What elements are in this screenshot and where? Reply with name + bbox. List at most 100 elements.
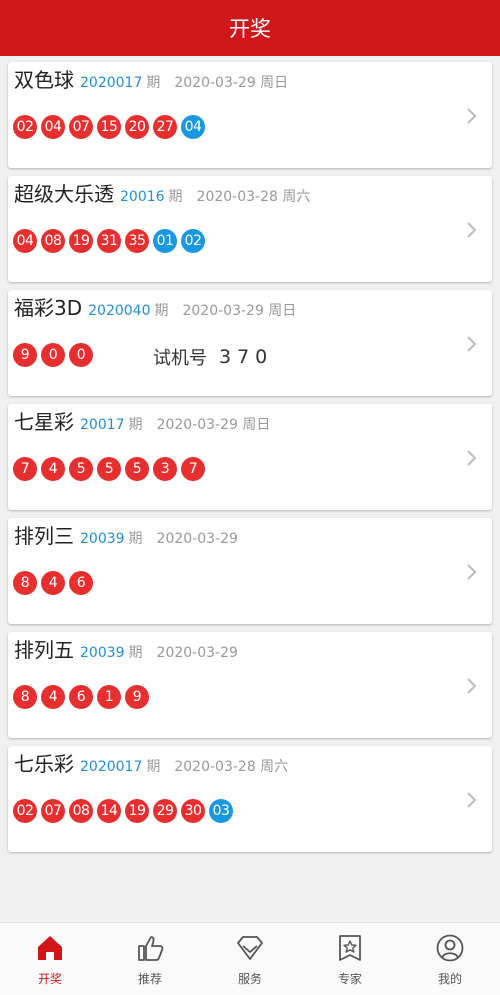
lottery-card[interactable]: 福彩3D 2020040 期 2020-03-29 周日 9 0 0 试机号 370: [8, 290, 492, 396]
issue-number: 2020017: [80, 759, 143, 775]
user-icon: [435, 933, 465, 970]
trial-label: 试机号: [153, 348, 207, 369]
red-ball: 7: [13, 457, 37, 481]
home-icon: [35, 933, 65, 970]
red-ball: 6: [69, 685, 93, 709]
red-ball: 08: [41, 229, 65, 253]
card-title-row: 超级大乐透 20016 期 2020-03-28 周六: [14, 178, 310, 208]
red-ball: 30: [181, 799, 205, 823]
issue-number: 2020017: [80, 75, 143, 91]
card-title-row: 七乐彩 2020017 期 2020-03-28 周六: [14, 748, 288, 778]
card-title-row: 双色球 2020017 期 2020-03-29 周日: [14, 64, 288, 94]
lottery-name: 福彩3D: [14, 296, 83, 320]
red-ball: 5: [97, 457, 121, 481]
draw-date: 2020-03-29 周日: [174, 75, 289, 91]
red-ball: 07: [41, 799, 65, 823]
lottery-name: 七乐彩: [14, 752, 74, 776]
lottery-card[interactable]: 超级大乐透 20016 期 2020-03-28 周六 04 08 19 31 35 01 02: [8, 176, 492, 282]
star-bookmark-icon: [335, 933, 365, 970]
tab-user[interactable]: 我的: [400, 923, 500, 995]
chevron-right-icon: [464, 334, 480, 354]
ball-row: 02 07 08 14 19 29 30 03: [13, 799, 237, 823]
red-ball: 02: [13, 115, 37, 139]
ball-row: 846: [13, 571, 97, 595]
draw-date: 2020-03-28 周六: [174, 759, 289, 775]
tab-thumbs-up[interactable]: 推荐: [100, 923, 200, 995]
red-ball: 08: [69, 799, 93, 823]
tab-label: 专家: [337, 972, 362, 986]
red-ball: 5: [125, 457, 149, 481]
trial-number-group: 试机号 370: [153, 343, 273, 371]
red-ball: 4: [41, 685, 65, 709]
draw-date: 2020-03-29 周日: [182, 303, 297, 319]
chevron-right-icon: [464, 790, 480, 810]
lottery-card[interactable]: 双色球 2020017 期 2020-03-29 周日 02 04 07 15 20 27 04: [8, 62, 492, 168]
chevron-right-icon: [464, 676, 480, 696]
issue-suffix: 期: [146, 75, 161, 91]
red-ball: 0: [41, 343, 65, 367]
thumbs-up-icon: [135, 933, 165, 970]
lottery-name: 排列五: [14, 638, 74, 662]
red-ball: 0: [69, 343, 93, 367]
red-ball: 9: [125, 685, 149, 709]
blue-ball: 04: [181, 115, 205, 139]
tab-label: 开奖: [37, 972, 62, 986]
tab-star-bookmark[interactable]: 专家: [300, 923, 400, 995]
diamond-icon: [235, 933, 265, 970]
tab-label: 推荐: [137, 972, 162, 986]
issue-number: 20016: [120, 189, 165, 205]
issue-suffix: 期: [146, 759, 161, 775]
issue-number: 2020040: [88, 303, 151, 319]
red-ball: 1: [97, 685, 121, 709]
lottery-card[interactable]: 七星彩 20017 期 2020-03-29 周日 7 4 5 5 5 3 7: [8, 404, 492, 510]
draw-date: 2020-03-28 周六: [196, 189, 311, 205]
card-title-row: 排列三 20039 期 2020-03-29: [14, 520, 238, 550]
red-ball: 3: [153, 457, 177, 481]
card-title-row: 七星彩 20017 期 2020-03-29 周日: [14, 406, 270, 436]
red-ball: 4: [41, 457, 65, 481]
red-ball: 04: [41, 115, 65, 139]
red-ball: 20: [125, 115, 149, 139]
issue-suffix: 期: [128, 645, 143, 661]
issue-suffix: 期: [168, 189, 183, 205]
ball-row: 04 08 19 31 35 01 02: [13, 229, 209, 253]
lottery-name: 排列三: [14, 524, 74, 548]
red-ball: 35: [125, 229, 149, 253]
issue-number: 20017: [80, 417, 125, 433]
draw-date: 2020-03-29: [156, 645, 238, 661]
red-ball: 19: [125, 799, 149, 823]
red-ball: 19: [69, 229, 93, 253]
issue-number: 20039: [80, 531, 125, 547]
red-ball: 9: [13, 343, 37, 367]
issue-number: 20039: [80, 645, 125, 661]
blue-ball: 03: [209, 799, 233, 823]
lottery-card[interactable]: 七乐彩 2020017 期 2020-03-28 周六 02 07 08 14 19 29 30 03: [8, 746, 492, 852]
red-ball: 29: [153, 799, 177, 823]
lottery-card[interactable]: 排列五 20039 期 2020-03-29 8 4 6 1 9: [8, 632, 492, 738]
blue-ball: 01: [153, 229, 177, 253]
blue-ball: 02: [181, 229, 205, 253]
chevron-right-icon: [464, 448, 480, 468]
tab-diamond[interactable]: 服务: [200, 923, 300, 995]
draw-date: 2020-03-29 周日: [156, 417, 271, 433]
red-ball: 07: [69, 115, 93, 139]
red-ball: 04: [13, 229, 37, 253]
lottery-name: 双色球: [14, 68, 74, 92]
trial-number: 370: [219, 346, 274, 368]
tab-home[interactable]: 开奖: [0, 923, 100, 995]
red-ball: 15: [97, 115, 121, 139]
app-header: 开奖: [0, 0, 500, 56]
red-ball: 4: [41, 571, 65, 595]
ball-row: 84619: [13, 685, 153, 709]
red-ball: 31: [97, 229, 121, 253]
lottery-card[interactable]: 排列三 20039 期 2020-03-29 8 4 6: [8, 518, 492, 624]
lottery-name: 超级大乐透: [14, 182, 114, 206]
issue-suffix: 期: [154, 303, 169, 319]
red-ball: 8: [13, 685, 37, 709]
ball-row: 900: [13, 343, 97, 367]
lottery-name: 七星彩: [14, 410, 74, 434]
issue-suffix: 期: [128, 417, 143, 433]
chevron-right-icon: [464, 562, 480, 582]
red-ball: 6: [69, 571, 93, 595]
page-title: 开奖: [229, 17, 271, 41]
